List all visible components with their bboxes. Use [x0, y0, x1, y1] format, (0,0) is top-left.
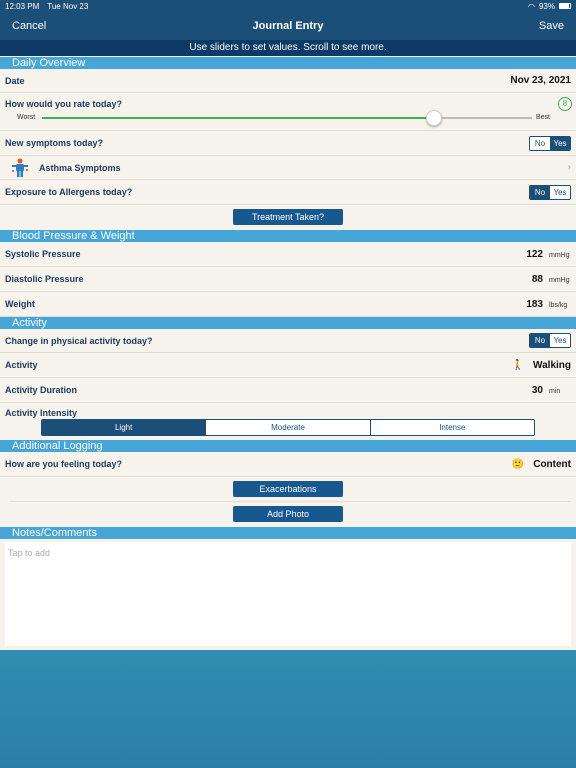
- activity-duration-row[interactable]: Activity Duration 30 min: [0, 378, 576, 403]
- notes-placeholder: Tap to add: [8, 548, 51, 558]
- section-blood-pressure-weight: Blood Pressure & Weight: [0, 230, 576, 242]
- section-activity: Activity: [0, 317, 576, 329]
- rating-label: How would you rate today?: [5, 99, 123, 109]
- activity-change-yes[interactable]: Yes: [550, 334, 570, 347]
- section-notes-comments: Notes/Comments: [0, 527, 576, 539]
- slider-best-label: Best: [536, 114, 551, 121]
- bottom-background: [0, 650, 576, 768]
- rating-slider-track[interactable]: [42, 117, 532, 119]
- activity-change-no[interactable]: No: [530, 334, 550, 347]
- activity-change-row: Change in physical activity today? No Ye…: [0, 329, 576, 353]
- save-button[interactable]: Save: [539, 20, 564, 32]
- activity-value: Walking: [533, 359, 571, 371]
- activity-duration-label: Activity Duration: [5, 385, 78, 395]
- systolic-unit: mmHg: [549, 251, 570, 259]
- diastolic-row[interactable]: Diastolic Pressure 88 mmHg: [0, 267, 576, 292]
- status-date: Tue Nov 23: [47, 1, 89, 11]
- weight-value: 183: [526, 298, 543, 310]
- intensity-moderate[interactable]: Moderate: [206, 420, 371, 435]
- person-body-icon: [12, 158, 28, 177]
- activity-duration-unit: min: [549, 387, 561, 395]
- date-value: Nov 23, 2021: [510, 75, 571, 86]
- allergens-row: Exposure to Allergens today? No Yes: [0, 180, 576, 205]
- notes-textarea[interactable]: Tap to add: [5, 542, 571, 646]
- allergens-yes[interactable]: Yes: [550, 185, 570, 199]
- symptoms-yes[interactable]: Yes: [550, 136, 570, 150]
- section-additional-logging: Additional Logging: [0, 440, 576, 452]
- rating-row: How would you rate today?: [0, 93, 576, 131]
- diastolic-unit: mmHg: [549, 276, 570, 284]
- nav-bar: Cancel Journal Entry Save: [0, 12, 576, 40]
- feeling-label: How are you feeling today?: [5, 459, 123, 469]
- battery-icon: [559, 3, 571, 9]
- slider-worst-label: Worst: [17, 114, 36, 121]
- asthma-symptoms-row[interactable]: Asthma Symptoms ›: [0, 156, 576, 180]
- intensity-light[interactable]: Light: [42, 420, 207, 435]
- intensity-intense[interactable]: Intense: [370, 420, 534, 435]
- date-label: Date: [5, 75, 25, 86]
- feeling-value: Content: [533, 458, 571, 470]
- activity-row[interactable]: Activity 🚶 Walking: [0, 353, 576, 378]
- feeling-row[interactable]: How are you feeling today? 🙂 Content: [0, 452, 576, 477]
- rating-slider-fill: [42, 117, 434, 119]
- add-photo-button[interactable]: Add Photo: [233, 506, 343, 522]
- diastolic-label: Diastolic Pressure: [5, 274, 84, 284]
- status-bar: 12:03 PM Tue Nov 23 ◠ 93%: [0, 0, 576, 12]
- chevron-right-icon: ›: [567, 162, 571, 173]
- systolic-label: Systolic Pressure: [5, 249, 81, 259]
- allergens-no[interactable]: No: [530, 185, 550, 199]
- activity-intensity-selector[interactable]: Light Moderate Intense: [41, 419, 535, 436]
- page-title: Journal Entry: [252, 20, 324, 32]
- weight-label: Weight: [5, 299, 35, 309]
- activity-intensity-label: Activity Intensity: [5, 408, 78, 418]
- walking-person-icon: 🚶: [511, 359, 525, 371]
- status-time: 12:03 PM: [5, 1, 40, 11]
- systolic-value: 122: [526, 248, 543, 260]
- date-row[interactable]: Date Nov 23, 2021: [0, 69, 576, 93]
- activity-change-label: Change in physical activity today?: [5, 335, 153, 346]
- divider: [10, 501, 571, 502]
- activity-change-toggle[interactable]: No Yes: [529, 333, 571, 348]
- symptoms-label: New symptoms today?: [5, 138, 104, 148]
- battery-percent: 93%: [538, 1, 555, 11]
- symptoms-row: New symptoms today? No Yes: [0, 131, 576, 156]
- section-daily-overview: Daily Overview: [0, 57, 576, 69]
- allergens-label: Exposure to Allergens today?: [5, 187, 133, 197]
- activity-duration-value: 30: [531, 384, 543, 396]
- exacerbations-button[interactable]: Exacerbations: [233, 481, 343, 497]
- symptoms-no[interactable]: No: [530, 136, 550, 150]
- rating-badge: 8: [558, 97, 572, 111]
- wifi-icon: ◠: [528, 1, 535, 11]
- treatment-taken-button[interactable]: Treatment Taken?: [233, 209, 343, 225]
- diastolic-value: 88: [531, 273, 543, 285]
- systolic-row[interactable]: Systolic Pressure 122 mmHg: [0, 242, 576, 267]
- hint-banner: Use sliders to set values. Scroll to see…: [0, 40, 576, 56]
- rating-slider-thumb[interactable]: [426, 110, 442, 126]
- weight-unit: lbs/kg: [549, 301, 568, 309]
- activity-label: Activity: [5, 360, 38, 370]
- asthma-symptoms-label: Asthma Symptoms: [39, 162, 121, 173]
- symptoms-toggle[interactable]: No Yes: [529, 135, 571, 151]
- weight-row[interactable]: Weight 183 lbs/kg: [0, 292, 576, 317]
- cancel-button[interactable]: Cancel: [12, 20, 46, 32]
- smiley-face-icon: 🙂: [511, 458, 525, 470]
- allergens-toggle[interactable]: No Yes: [529, 184, 571, 200]
